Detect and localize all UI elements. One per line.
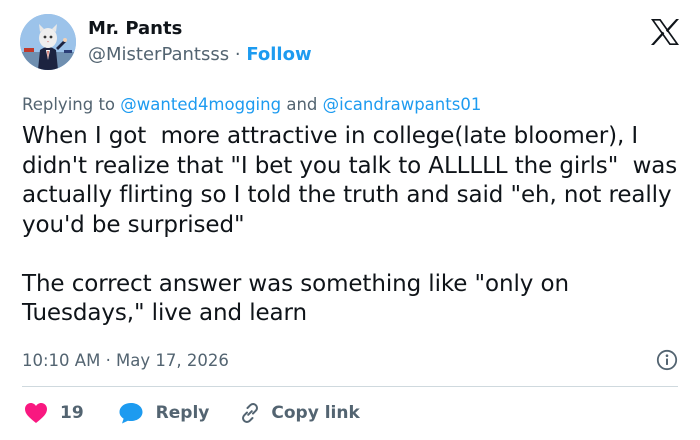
follow-button[interactable]: Follow [246,44,311,65]
like-count: 19 [60,403,84,423]
author-names: Mr. Pants @MisterPantsss · Follow [88,17,312,67]
tweet-text: When I got more attractive in college(la… [22,123,678,326]
separator: · [234,44,241,65]
avatar[interactable] [20,14,76,70]
heart-icon [25,403,47,423]
copy-link-button[interactable]: Copy link [239,402,360,424]
handle-row: @MisterPantsss · Follow [88,43,312,67]
copy-link-label: Copy link [271,403,360,423]
tweet-card: Mr. Pants @MisterPantsss · Follow Replyi… [0,0,700,440]
info-icon[interactable] [656,349,678,371]
reply-prefix: Replying to [22,95,116,114]
timestamp[interactable]: 10:10 AM · May 17, 2026 [22,351,229,370]
reply-connector: and [286,95,318,114]
reply-context: Replying to @wanted4mogging and @icandra… [22,94,481,116]
reply-label: Reply [155,403,210,423]
mention-wanted4mogging[interactable]: @wanted4mogging [120,95,281,114]
avatar-image [20,14,76,70]
mention-icandrawpants01[interactable]: @icandrawpants01 [323,95,482,114]
timestamp-row: 10:10 AM · May 17, 2026 [22,347,678,373]
tweet-header: Mr. Pants @MisterPantsss · Follow [20,14,312,70]
reply-button[interactable]: Reply [118,401,240,425]
handle[interactable]: @MisterPantsss [88,44,229,65]
link-icon [242,403,259,423]
action-bar: 19 Reply Copy link [24,398,360,428]
x-logo-icon[interactable] [650,18,680,46]
display-name[interactable]: Mr. Pants [88,17,312,41]
like-button[interactable]: 19 [24,402,118,424]
speech-bubble-icon [119,403,143,424]
divider [22,386,678,387]
